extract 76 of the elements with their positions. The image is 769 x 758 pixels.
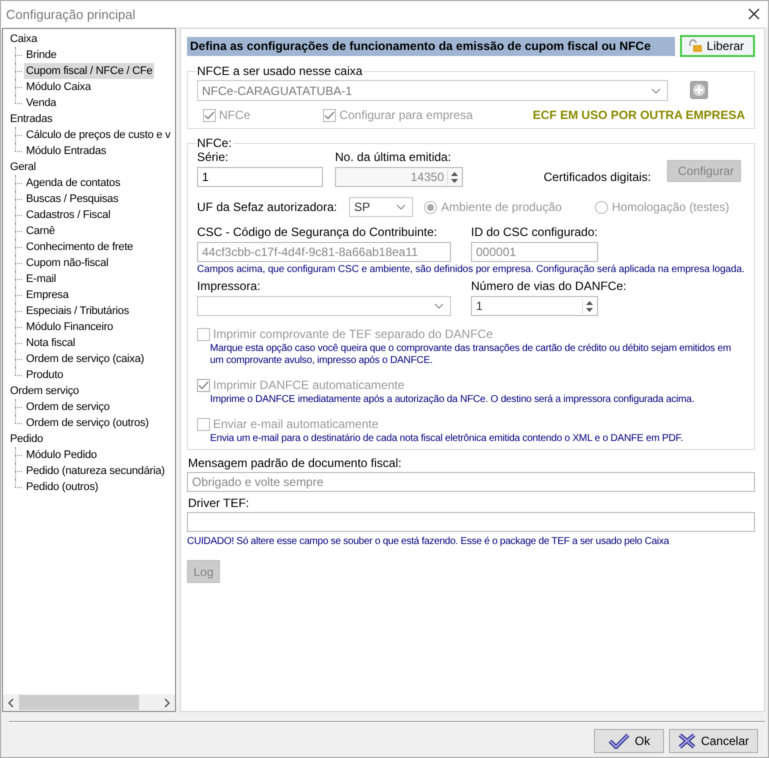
close-icon [678,733,696,749]
chevron-down-icon [396,204,406,210]
field-label: No. da última emitida: [335,150,452,164]
tree-item[interactable]: Pedido (natureza secundária) [24,463,167,479]
tree-item[interactable]: Ordem de serviço (caixa) [24,351,146,367]
csc-field[interactable]: 44cf3cbb-c17f-4d4f-9c81-8a66ab18ea11 [197,242,451,262]
option-description: Imprime o DANFCE imediatamente após a autorização da NFCe. O destino será a impressora configurada acima. [210,394,696,406]
tree-item[interactable]: Produto [24,367,66,383]
field-label: Mensagem padrão de documento fiscal: [188,456,402,470]
tree-item[interactable]: Pedido [8,431,46,447]
group-title: NFCe: [196,136,233,150]
option-description: Envia um e-mail para o destinatário de cada nota fiscal eletrônica emitida contendo o XML e o DANFE em PDF. [210,433,684,445]
field-label: Série: [197,150,230,164]
window-title: Configuração principal [6,6,136,22]
tree-item[interactable]: Módulo Pedido [24,447,99,463]
nfce-dropdown[interactable]: NFCe-CARAGUATATUBA-1 [197,80,668,101]
field-label: ID do CSC configurado: [471,225,598,239]
tree-item[interactable]: Brinde [24,47,59,63]
tree-item[interactable]: Módulo Entradas [24,143,108,159]
tree-item[interactable]: Carnê [24,223,57,239]
tree-item[interactable]: Cálculo de preços de custo e v [24,127,172,143]
status-text: ECF EM USO POR OUTRA EMPRESA [532,108,745,122]
add-icon[interactable] [690,80,708,98]
chevron-down-icon [434,303,444,309]
tef-driver-field[interactable] [187,512,755,532]
field-label: Número de vias do DANFCe: [471,279,626,293]
ok-button[interactable]: Ok [594,729,664,753]
chevron-down-icon [651,88,661,94]
field-label: Certificados digitais: [544,170,651,186]
cancel-button[interactable]: Cancelar [668,729,758,753]
tree-item[interactable]: Cadastros / Fiscal [24,207,112,223]
tree-item[interactable]: Conhecimento de frete [24,239,136,255]
csc-id-field[interactable]: 000001 [471,242,598,262]
tree-item[interactable]: Nota fiscal [24,335,78,351]
tree-item[interactable]: Pedido (outros) [24,479,100,495]
tree-item[interactable]: Cupom não-fiscal [24,255,110,271]
tree-item[interactable]: Geral [8,159,38,175]
state-dropdown[interactable]: SP [349,197,414,217]
tree-item[interactable]: Ordem de serviço [24,399,112,415]
field-label: UF da Sefaz autorizadora: [197,200,338,214]
group-title: NFCE a ser usado nesse caixa [196,64,364,78]
message-field[interactable]: Obrigado e volte sempre [187,472,755,492]
option-description: Marque esta opção caso você queira que o comprovante das transações de cartão de crédito ou débito sejam emitidos em um comprovante avulso, impresso após o DANFCE. [210,343,732,367]
tree-item[interactable]: Módulo Caixa [24,79,93,95]
tree-item[interactable]: Agenda de contatos [24,175,122,191]
close-icon[interactable] [748,8,760,20]
checkmark-icon [198,380,209,390]
spin-icon[interactable] [582,298,596,314]
field-label: Driver TEF: [188,496,250,510]
tree-item[interactable]: Cupom fiscal / NFCe / CFe [24,63,154,79]
spin-icon[interactable] [447,170,461,184]
tree-item[interactable]: E-mail [24,271,58,287]
info-note: Campos acima, que configuram CSC e ambiente, são definidos por empresa. Configuração será aplicada na empresa logada. [197,264,745,276]
tree-item[interactable]: Empresa [24,287,71,303]
tree-item[interactable]: Buscas / Pesquisas [24,191,120,207]
tree-item[interactable]: Caixa [8,31,40,47]
series-field[interactable]: 1 [197,167,323,187]
unlock-button[interactable]: Liberar [680,35,755,57]
warning-text: CUIDADO! Só altere esse campo se souber o que está fazendo. Esse é o package de TEF a ser usado pelo Caixa [187,536,669,548]
tree-item[interactable]: Entradas [8,111,54,127]
tree-item[interactable]: Especiais / Tributários [24,303,131,319]
tree-item[interactable]: Módulo Financeiro [24,319,116,335]
tree-item[interactable]: Ordem serviço [8,383,81,399]
horizontal-scrollbar[interactable] [3,694,175,711]
tree-item[interactable]: Ordem de serviço (outros) [24,415,151,431]
padlock-icon [688,39,704,53]
field-label: CSC - Código de Segurança do Contribuinte: [197,225,438,239]
tree-item[interactable]: Venda [24,95,58,111]
section-header: Defina as configurações de funcionamento da emissão de cupom fiscal ou NFCe [187,36,675,56]
copies-field[interactable]: 1 [471,296,598,316]
checkmark-icon [324,110,336,120]
field-label: Impressora: [197,279,262,293]
scroll-left-icon[interactable] [7,698,15,708]
checkmark-icon [608,733,630,749]
scroll-right-icon[interactable] [163,698,171,708]
checkmark-icon [204,110,215,120]
